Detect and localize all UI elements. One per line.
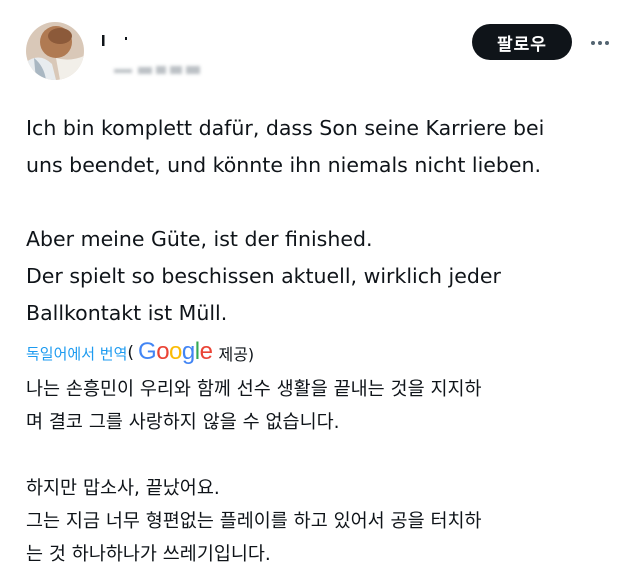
tweet-line: Ballkontakt ist Müll. bbox=[26, 301, 228, 325]
avatar[interactable] bbox=[26, 22, 84, 80]
open-paren: ( bbox=[127, 343, 135, 363]
tweet-line: Der spielt so beschissen aktuell, wirkli… bbox=[26, 264, 501, 288]
translated-line: 그는 지금 너무 형편없는 플레이를 하고 있어서 공을 터치하 bbox=[26, 511, 482, 532]
translate-link[interactable]: 독일어에서 번역 bbox=[26, 343, 127, 364]
translation-attribution: 독일어에서 번역 ( Google 제공) bbox=[26, 338, 254, 368]
translated-line: 하지만 맙소사, 끝났어요. bbox=[26, 478, 220, 499]
display-name-redacted bbox=[102, 35, 127, 46]
follow-button[interactable]: 팔로우 bbox=[472, 24, 572, 60]
translated-line: 는 것 하나하나가 쓰레기입니다. bbox=[26, 544, 271, 565]
translated-line: 나는 손흥민이 우리와 함께 선수 생활을 끝내는 것을 지지하 bbox=[26, 379, 482, 400]
tweet-line: uns beendet, und könnte ihn niemals nich… bbox=[26, 153, 542, 177]
tweet-text: Ich bin komplett dafür, dass Son seine K… bbox=[26, 110, 626, 332]
tweet-line: Aber meine Güte, ist der finished. bbox=[26, 227, 373, 251]
more-options-icon[interactable] bbox=[585, 28, 615, 58]
google-logo: Google bbox=[138, 338, 213, 365]
handle-redacted bbox=[114, 66, 200, 74]
provided-label: 제공) bbox=[218, 345, 255, 364]
avatar-image bbox=[26, 22, 84, 80]
tweet-line: Ich bin komplett dafür, dass Son seine K… bbox=[26, 116, 545, 140]
translated-line: 며 결코 그를 사랑하지 않을 수 없습니다. bbox=[26, 412, 340, 433]
translated-text: 나는 손흥민이 우리와 함께 선수 생활을 끝내는 것을 지지하 며 결코 그를… bbox=[26, 373, 626, 571]
